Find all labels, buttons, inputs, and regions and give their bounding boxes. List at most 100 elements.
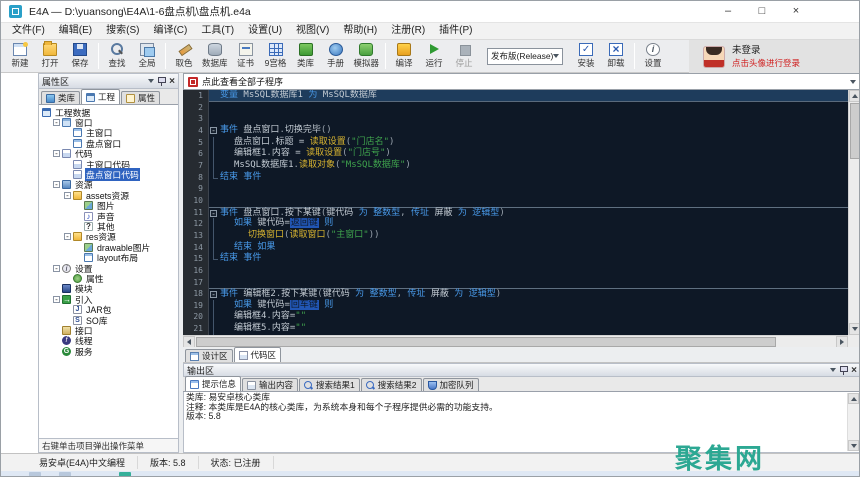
code-line[interactable]: 14结束 如果 (183, 242, 848, 254)
compile-button[interactable]: 编译 (389, 41, 419, 72)
scroll-up-icon[interactable] (848, 393, 859, 404)
collapse-toggle-icon[interactable]: - (64, 233, 71, 240)
scroll-right-icon[interactable] (836, 336, 848, 348)
code-line[interactable]: 13切换窗口(读取窗口("主窗口")) (183, 230, 848, 242)
login-hint[interactable]: 点击头像进行登录 (732, 59, 800, 68)
certificate-button[interactable]: 证书 (231, 41, 261, 72)
output-scrollbar[interactable] (847, 393, 859, 451)
code-line[interactable]: 7MsSQL数据库1.读取对象("MsSQL数据库") (183, 160, 848, 172)
editor-horizontal-scrollbar[interactable] (183, 335, 848, 347)
code-line[interactable]: 2 (183, 102, 848, 114)
close-button[interactable]: × (779, 1, 813, 23)
fold-toggle-icon[interactable]: - (209, 289, 220, 300)
tab-properties[interactable]: 属性 (121, 91, 160, 104)
code-line[interactable]: 21编辑框5.内容="" (183, 323, 848, 335)
menu-compile[interactable]: 编译(C) (146, 23, 194, 39)
tree-item-service[interactable]: 服务 (39, 346, 178, 356)
code-line[interactable]: 9 (183, 183, 848, 195)
code-line[interactable]: 17 (183, 277, 848, 289)
settings-button[interactable]: 设置 (638, 41, 668, 72)
manual-button[interactable]: 手册 (321, 41, 351, 72)
code-line[interactable]: 11-事件 盘点窗口.按下某键(键代码 为 整数型, 传址 屏蔽 为 逻辑型) (183, 207, 848, 219)
scroll-up-icon[interactable] (849, 90, 860, 102)
code-line[interactable]: 20编辑框4.内容="" (183, 311, 848, 323)
panel-menu-chevron-icon[interactable] (148, 79, 154, 83)
tree-item-interface[interactable]: 接口 (39, 325, 178, 335)
collapse-box-icon[interactable]: - (210, 127, 217, 134)
code-line[interactable]: 1变量 MsSQL数据库1 为 MsSQL数据库 (183, 90, 848, 102)
subroutine-selector[interactable]: 点此查看全部子程序 (183, 73, 860, 90)
collapse-toggle-icon[interactable]: - (53, 119, 60, 126)
menu-search[interactable]: 搜索(S) (99, 23, 146, 39)
collapse-toggle-icon[interactable]: - (53, 150, 60, 157)
code-editor[interactable]: 1变量 MsSQL数据库1 为 MsSQL数据库234-事件 盘点窗口.切换完毕… (183, 90, 860, 335)
tab-class-lib[interactable]: 类库 (41, 91, 80, 104)
code-line[interactable]: 18-事件 编辑框2.按下某键(键代码 为 整数型, 传址 屏蔽 为 逻辑型) (183, 288, 848, 300)
collapse-box-icon[interactable]: - (210, 291, 217, 298)
tab-hint-info[interactable]: 提示信息 (185, 376, 241, 391)
database-button[interactable]: 数据库 (199, 41, 231, 72)
scroll-left-icon[interactable] (183, 336, 195, 348)
code-line[interactable]: 3 (183, 113, 848, 125)
code-line[interactable]: 16 (183, 265, 848, 277)
horizontal-scroll-thumb[interactable] (196, 337, 776, 347)
code-line[interactable]: 10 (183, 195, 848, 207)
install-button[interactable]: 安装 (571, 41, 601, 72)
code-line[interactable]: 6编辑框1.内容 = 读取设置("门店号") (183, 148, 848, 160)
tree-item-project-data[interactable]: 工程数据 (39, 107, 178, 117)
open-button[interactable]: 打开 (35, 41, 65, 72)
collapse-box-icon[interactable]: - (210, 210, 217, 217)
tree-item-thread[interactable]: 线程 (39, 336, 178, 346)
vertical-scroll-thumb[interactable] (850, 103, 860, 159)
minimize-button[interactable]: – (711, 1, 745, 23)
collapse-toggle-icon[interactable]: - (64, 192, 71, 199)
maximize-button[interactable]: □ (745, 1, 779, 23)
chevron-down-icon[interactable] (850, 80, 856, 84)
collapse-toggle-icon[interactable]: - (53, 181, 60, 188)
run-button[interactable]: 运行 (419, 41, 449, 72)
find-button[interactable]: 查找 (102, 41, 132, 72)
tab-output-content[interactable]: 输出内容 (242, 378, 298, 391)
scroll-down-icon[interactable] (849, 323, 860, 335)
code-line[interactable]: 4-事件 盘点窗口.切换完毕() (183, 125, 848, 137)
panel-close-icon[interactable]: × (851, 366, 857, 375)
code-line[interactable]: 15结束 事件 (183, 253, 848, 265)
menu-file[interactable]: 文件(F) (5, 23, 52, 39)
horizontal-scroll-track[interactable] (195, 336, 836, 348)
panel-menu-chevron-icon[interactable] (830, 368, 836, 372)
menu-edit[interactable]: 编辑(E) (52, 23, 99, 39)
tree-item-inventory-window-code[interactable]: 盘点窗口代码 (39, 169, 178, 179)
tab-search-result-2[interactable]: 搜索结果2 (361, 378, 422, 391)
save-button[interactable]: 保存 (65, 41, 95, 72)
tree-item-so-lib[interactable]: SO库 (39, 315, 178, 325)
pin-icon[interactable] (840, 365, 847, 375)
tree-item-settings[interactable]: -设置 (39, 263, 178, 273)
scroll-down-icon[interactable] (848, 440, 859, 451)
menu-help[interactable]: 帮助(H) (336, 23, 384, 39)
menu-tools[interactable]: 工具(T) (194, 23, 241, 39)
build-type-dropdown[interactable]: 发布版(Release) (487, 48, 563, 65)
code-line[interactable]: 19如果 键代码=回车键 则 (183, 300, 848, 312)
color-pick-button[interactable]: 取色 (169, 41, 199, 72)
collapse-toggle-icon[interactable]: - (53, 265, 60, 272)
tab-search-result-1[interactable]: 搜索结果1 (299, 378, 360, 391)
editor-vertical-scrollbar[interactable] (848, 90, 860, 335)
tree-item-inventory-window[interactable]: 盘点窗口 (39, 138, 178, 148)
grid9-button[interactable]: 9宫格 (261, 41, 291, 72)
tab-project[interactable]: 工程 (81, 89, 120, 104)
uninstall-button[interactable]: 卸载 (601, 41, 631, 72)
menu-view[interactable]: 视图(V) (289, 23, 336, 39)
collapse-toggle-icon[interactable]: - (53, 296, 60, 303)
global-button[interactable]: 全局 (132, 41, 162, 72)
tree-item-properties[interactable]: 属性 (39, 273, 178, 283)
class-lib-button[interactable]: 类库 (291, 41, 321, 72)
code-line[interactable]: 5盘点窗口.标题 = 读取设置("门店名") (183, 137, 848, 149)
pin-icon[interactable] (158, 76, 165, 86)
avatar[interactable] (703, 46, 725, 68)
tree-item-modules[interactable]: 模块 (39, 284, 178, 294)
panel-close-icon[interactable]: × (169, 77, 175, 86)
menu-register[interactable]: 注册(R) (384, 23, 432, 39)
code-line[interactable]: 8结束 事件 (183, 172, 848, 184)
menu-settings[interactable]: 设置(U) (241, 23, 289, 39)
emulator-button[interactable]: 模拟器 (351, 41, 383, 72)
